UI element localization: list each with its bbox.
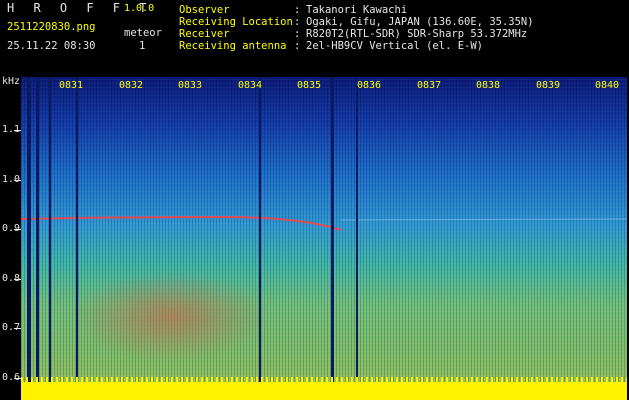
y-tick-mark <box>14 229 21 230</box>
x-tick-label: 0832 <box>119 80 144 91</box>
colon: : <box>294 4 301 16</box>
y-tick-mark <box>14 130 21 131</box>
colon: : <box>294 28 301 40</box>
observer-label: Observer <box>179 4 230 16</box>
receiver-value: R820T2(RTL-SDR) SDR-Sharp 53.372MHz <box>306 28 528 40</box>
y-tick-mark <box>14 180 21 181</box>
y-axis-unit: kHz <box>2 76 21 87</box>
location-label: Receiving Location <box>179 16 293 28</box>
spectrogram <box>21 77 627 400</box>
x-tick-label: 0837 <box>417 80 442 91</box>
x-tick-label: 0835 <box>297 80 322 91</box>
vertical-interference <box>76 77 78 400</box>
x-tick-label: 0836 <box>357 80 382 91</box>
meteor-count: 1 <box>139 40 146 52</box>
colon: : <box>294 16 301 28</box>
vertical-interference <box>356 77 358 400</box>
x-tick-label: 0833 <box>178 80 203 91</box>
colon: : <box>294 40 301 52</box>
header-panel: H R O F F T 1.0.0 2511220830.png 25.11.2… <box>0 0 629 75</box>
vertical-interference <box>27 77 31 400</box>
x-tick-label: 0840 <box>595 80 620 91</box>
y-tick-mark <box>14 279 21 280</box>
x-tick-label: 0839 <box>536 80 561 91</box>
y-tick-mark <box>14 378 21 379</box>
file-name: 2511220830.png <box>7 21 96 33</box>
receiver-label: Receiver <box>179 28 230 40</box>
vertical-interference <box>36 77 39 400</box>
antenna-value: 2el-HB9CV Vertical (el. E-W) <box>306 40 484 52</box>
antenna-label: Receiving antenna <box>179 40 287 52</box>
vertical-interference <box>331 77 334 400</box>
vertical-interference <box>259 77 261 400</box>
date-time: 25.11.22 08:30 <box>7 40 96 52</box>
x-tick-label: 0831 <box>59 80 84 91</box>
x-tick-label: 0834 <box>238 80 263 91</box>
observer-value: Takanori Kawachi <box>306 4 408 16</box>
y-tick-mark <box>14 328 21 329</box>
vertical-interference <box>49 77 51 400</box>
location-value: Ogaki, Gifu, JAPAN (136.60E, 35.35N) <box>306 16 534 28</box>
meteor-trace <box>21 215 627 231</box>
noise-floor-band <box>21 382 627 400</box>
meteor-label: meteor <box>124 27 162 39</box>
x-tick-label: 0838 <box>476 80 501 91</box>
app-version: 1.0.0 <box>124 3 155 14</box>
